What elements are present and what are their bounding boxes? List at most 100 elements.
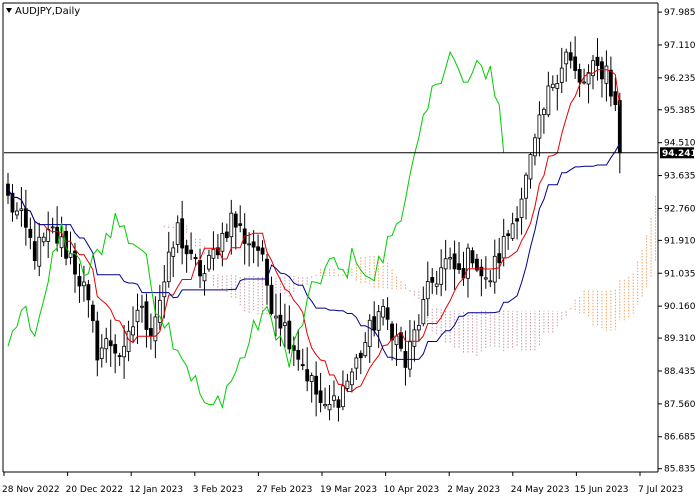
candle-body[interactable] <box>148 328 153 337</box>
candle-body[interactable] <box>385 307 390 320</box>
candle-body[interactable] <box>108 340 113 347</box>
candle-body[interactable] <box>131 326 135 336</box>
candle-body[interactable] <box>113 344 118 354</box>
candle-body[interactable] <box>140 305 144 308</box>
candle-body[interactable] <box>363 342 368 357</box>
candle-body[interactable] <box>282 322 287 326</box>
candle-body[interactable] <box>15 210 19 216</box>
candle-body[interactable] <box>546 85 551 116</box>
candle-body[interactable] <box>247 243 252 246</box>
candle-body[interactable] <box>448 257 453 260</box>
candle-body[interactable] <box>510 223 515 239</box>
candle-body[interactable] <box>95 320 100 361</box>
candle-body[interactable] <box>425 281 430 300</box>
candle-body[interactable] <box>166 251 171 283</box>
candle-body[interactable] <box>256 246 260 251</box>
candle-body[interactable] <box>501 236 506 259</box>
candle-body[interactable] <box>613 91 618 105</box>
candle-body[interactable] <box>452 253 457 270</box>
candle-body[interactable] <box>568 52 573 61</box>
candle-body[interactable] <box>327 403 332 411</box>
candle-body[interactable] <box>86 284 91 301</box>
candle-body[interactable] <box>341 385 345 408</box>
candle-body[interactable] <box>541 108 546 115</box>
candle-body[interactable] <box>211 248 216 259</box>
candle-body[interactable] <box>296 349 301 360</box>
candle-body[interactable] <box>82 281 86 287</box>
candle-body[interactable] <box>564 51 569 65</box>
candle-body[interactable] <box>41 236 46 243</box>
candle-body[interactable] <box>162 281 167 298</box>
candle-body[interactable] <box>122 345 127 358</box>
candle-body[interactable] <box>46 228 51 242</box>
candle-body[interactable] <box>19 208 24 211</box>
candle-body[interactable] <box>595 56 600 66</box>
candle-body[interactable] <box>90 304 95 322</box>
candle-body[interactable] <box>224 231 229 239</box>
candle-body[interactable] <box>220 232 225 252</box>
candle-body[interactable] <box>528 154 533 180</box>
candle-body[interactable] <box>416 324 421 331</box>
candle-body[interactable] <box>99 347 104 359</box>
candle-body[interactable] <box>443 258 448 270</box>
candle-body[interactable] <box>600 61 604 80</box>
candle-body[interactable] <box>28 228 33 238</box>
candle-body[interactable] <box>309 375 314 382</box>
candle-body[interactable] <box>117 355 122 358</box>
candle-body[interactable] <box>59 236 64 249</box>
candle-body[interactable] <box>573 56 578 71</box>
candle-body[interactable] <box>189 249 194 254</box>
candle-body[interactable] <box>434 283 439 287</box>
candle-body[interactable] <box>515 218 519 222</box>
candle-body[interactable] <box>153 316 158 342</box>
candle-body[interactable] <box>64 230 68 259</box>
price-axis[interactable]: 97.985 97.110 96.235 95.385 94.510 93.635 92.7… <box>658 8 696 475</box>
candle-body[interactable] <box>483 277 488 280</box>
candle-body[interactable] <box>497 253 502 264</box>
candle-body[interactable] <box>457 263 461 270</box>
candle-body[interactable] <box>372 316 377 331</box>
candle-body[interactable] <box>68 253 73 258</box>
candle-body[interactable] <box>238 223 243 226</box>
chart-svg[interactable]: 97.985 97.110 96.235 95.385 94.510 93.635 92.7… <box>0 0 700 500</box>
candle-body[interactable] <box>381 306 386 318</box>
candle-body[interactable] <box>269 284 274 314</box>
candle-body[interactable] <box>604 65 609 84</box>
candle-body[interactable] <box>519 198 524 218</box>
candle-body[interactable] <box>180 218 185 249</box>
candle-body[interactable] <box>318 390 323 404</box>
candle-body[interactable] <box>559 67 564 83</box>
candle-body[interactable] <box>466 247 470 279</box>
candle-body[interactable] <box>265 258 269 286</box>
candle-body[interactable] <box>376 311 381 331</box>
candle-body[interactable] <box>233 213 238 228</box>
candle-body[interactable] <box>421 299 426 325</box>
candle-body[interactable] <box>608 69 613 97</box>
candle-body[interactable] <box>305 369 310 382</box>
candle-body[interactable] <box>506 233 511 237</box>
candle-body[interactable] <box>278 314 283 329</box>
candle-body[interactable] <box>104 338 109 350</box>
candle-body[interactable] <box>577 68 582 83</box>
candle-body[interactable] <box>287 320 292 350</box>
candle-body[interactable] <box>126 330 131 352</box>
candle-body[interactable] <box>260 247 265 255</box>
candle-body[interactable] <box>193 256 198 260</box>
candle-body[interactable] <box>274 315 278 319</box>
candle-body[interactable] <box>300 364 305 367</box>
candle-body[interactable] <box>229 212 234 238</box>
candle-body[interactable] <box>175 222 180 245</box>
candle-body[interactable] <box>144 301 149 330</box>
candle-body[interactable] <box>439 267 444 285</box>
candle-body[interactable] <box>358 352 363 359</box>
candle-body[interactable] <box>135 309 140 323</box>
candle-body[interactable] <box>537 114 542 139</box>
candle-body[interactable] <box>336 399 341 408</box>
candle-body[interactable] <box>37 236 42 267</box>
candle-body[interactable] <box>430 277 435 283</box>
candle-body[interactable] <box>555 83 560 89</box>
candle-body[interactable] <box>184 245 189 255</box>
candle-body[interactable] <box>367 319 372 348</box>
candle-body[interactable] <box>408 341 412 370</box>
candle-body[interactable] <box>332 395 336 401</box>
